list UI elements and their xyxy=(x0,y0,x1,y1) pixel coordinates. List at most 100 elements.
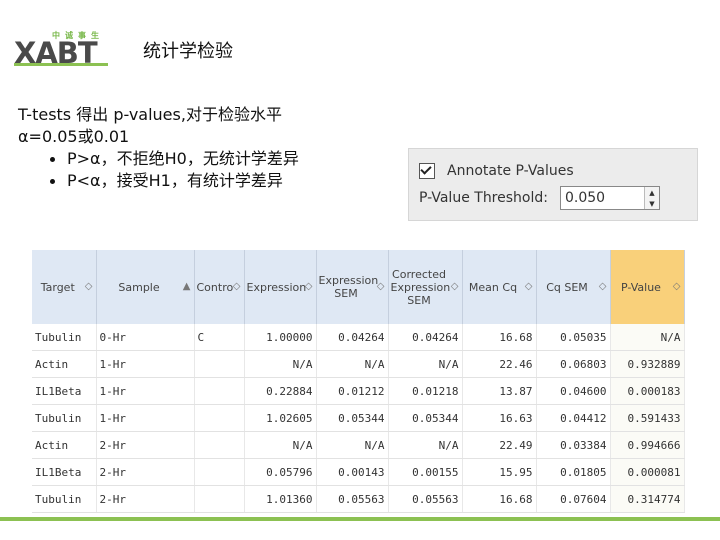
table-cell: 0.01218 xyxy=(388,377,463,405)
annotate-label: Annotate P-Values xyxy=(447,163,574,179)
sort-chevron-icon[interactable]: ◇ xyxy=(525,280,533,293)
company-logo: 中诚事生 XABT xyxy=(14,30,110,70)
column-header-label: Expression xyxy=(246,280,307,294)
table-cell: 1.01360 xyxy=(244,485,317,513)
bullet-item: P<α，接受H1，有统计学差异 xyxy=(50,170,299,192)
table-cell: 1.02605 xyxy=(244,404,317,432)
table-cell: 0.05344 xyxy=(316,404,389,432)
column-header[interactable]: Expression ◇ xyxy=(244,250,317,324)
column-header-label: Cq SEM xyxy=(546,280,588,294)
column-header[interactable]: P-Value ◇ xyxy=(610,250,685,324)
table-cell: 16.63 xyxy=(462,404,537,432)
table-cell: 0-Hr xyxy=(96,324,195,351)
column-header-label: Contro xyxy=(196,280,234,294)
column-header[interactable]: Corrected Expression SEM ◇ xyxy=(388,250,463,324)
column-header-label: Expression SEM xyxy=(318,274,379,300)
page-title: 统计学检验 xyxy=(143,41,233,62)
spin-down-icon[interactable]: ▼ xyxy=(644,198,659,209)
table-cell xyxy=(194,350,245,378)
table-cell: 0.22884 xyxy=(244,377,317,405)
table-cell: N/A xyxy=(388,350,463,378)
table-cell: 0.994666 xyxy=(610,431,685,459)
table-cell: 0.01805 xyxy=(536,458,611,486)
table-header-row: Target ◇ Sample ▲ Contro ◇ Expression ◇ Expressi… xyxy=(32,250,685,324)
column-header-label: Mean Cq xyxy=(468,280,518,294)
body-text: T-tests 得出 p-values,对于检验水平 α=0.05或0.01 P… xyxy=(18,104,299,192)
table-row[interactable]: Actin 2-Hr N/A N/A N/A 22.49 0.03384 0.994666 xyxy=(32,431,685,459)
table-cell: 13.87 xyxy=(462,377,537,405)
threshold-spinbox[interactable]: 0.050 ▲ ▼ xyxy=(559,186,660,210)
table-cell: 1.00000 xyxy=(244,324,317,351)
table-row[interactable]: IL1Beta 2-Hr 0.05796 0.00143 0.00155 15.95 0.0… xyxy=(32,458,685,486)
table-cell xyxy=(194,404,245,432)
sort-chevron-icon[interactable]: ◇ xyxy=(377,280,385,293)
table-cell: 0.314774 xyxy=(610,485,685,513)
table-cell xyxy=(194,377,245,405)
table-cell: 15.95 xyxy=(462,458,537,486)
pvalue-settings-panel: Annotate P-Values P-Value Threshold: 0.0… xyxy=(408,148,698,221)
text-line-2: α=0.05或0.01 xyxy=(18,127,130,146)
table-cell: Tubulin xyxy=(32,404,97,432)
table-cell: N/A xyxy=(316,431,389,459)
table-cell: 0.05563 xyxy=(388,485,463,513)
table-cell: 0.01212 xyxy=(316,377,389,405)
table-cell: 0.932889 xyxy=(610,350,685,378)
table-row[interactable]: Actin 1-Hr N/A N/A N/A 22.46 0.06803 0.932889 xyxy=(32,350,685,378)
table-cell: 0.04264 xyxy=(316,324,389,351)
table-cell: 2-Hr xyxy=(96,431,195,459)
table-cell: N/A xyxy=(388,431,463,459)
column-header-label: P-Value xyxy=(621,280,661,294)
table-cell: 0.05796 xyxy=(244,458,317,486)
table-row[interactable]: Tubulin 0-Hr C 1.00000 0.04264 0.04264 16.68 0.… xyxy=(32,324,685,351)
table-cell: 0.04412 xyxy=(536,404,611,432)
table-cell: 0.06803 xyxy=(536,350,611,378)
table-cell xyxy=(194,485,245,513)
column-header[interactable]: Cq SEM ◇ xyxy=(536,250,611,324)
table-cell: 0.591433 xyxy=(610,404,685,432)
results-table: Target ◇ Sample ▲ Contro ◇ Expression ◇ Expressi… xyxy=(32,250,685,520)
column-header-label: Sample xyxy=(118,280,160,294)
table-cell: 1-Hr xyxy=(96,350,195,378)
sort-chevron-icon[interactable]: ◇ xyxy=(451,280,459,293)
column-header[interactable]: Target ◇ xyxy=(32,250,97,324)
sort-chevron-icon[interactable]: ◇ xyxy=(233,280,241,293)
column-header[interactable]: Contro ◇ xyxy=(194,250,245,324)
table-cell: Tubulin xyxy=(32,485,97,513)
table-cell: IL1Beta xyxy=(32,458,97,486)
table-cell: 22.46 xyxy=(462,350,537,378)
logo-underline xyxy=(14,63,108,66)
sort-ascending-icon[interactable]: ▲ xyxy=(183,280,191,293)
table-cell: 16.68 xyxy=(462,324,537,351)
table-cell: 0.00155 xyxy=(388,458,463,486)
sort-chevron-icon[interactable]: ◇ xyxy=(673,280,681,293)
table-cell xyxy=(194,458,245,486)
column-header[interactable]: Expression SEM ◇ xyxy=(316,250,389,324)
table-cell: 0.05563 xyxy=(316,485,389,513)
column-header[interactable]: Mean Cq ◇ xyxy=(462,250,537,324)
spinbox-arrows: ▲ ▼ xyxy=(643,187,659,209)
table-cell: N/A xyxy=(244,350,317,378)
table-cell: 0.04600 xyxy=(536,377,611,405)
annotate-checkbox[interactable] xyxy=(419,163,435,179)
sort-chevron-icon[interactable]: ◇ xyxy=(305,280,313,293)
table-cell: 0.000081 xyxy=(610,458,685,486)
column-header-label: Target xyxy=(40,280,75,294)
spin-up-icon[interactable]: ▲ xyxy=(644,187,659,198)
table-body: Tubulin 0-Hr C 1.00000 0.04264 0.04264 16.68 0.… xyxy=(32,324,685,513)
annotate-row: Annotate P-Values xyxy=(419,163,574,179)
bullet-item: P>α，不拒绝H0，无统计学差异 xyxy=(50,148,299,170)
table-cell: Tubulin xyxy=(32,324,97,351)
table-cell: 0.04264 xyxy=(388,324,463,351)
table-row[interactable]: Tubulin 2-Hr 1.01360 0.05563 0.05563 16.68 0.0… xyxy=(32,485,685,513)
threshold-value[interactable]: 0.050 xyxy=(561,187,644,209)
sort-chevron-icon[interactable]: ◇ xyxy=(85,280,93,293)
table-row[interactable]: Tubulin 1-Hr 1.02605 0.05344 0.05344 16.63 0.0… xyxy=(32,404,685,432)
table-cell: C xyxy=(194,324,245,351)
column-header[interactable]: Sample ▲ xyxy=(96,250,195,324)
table-row[interactable]: IL1Beta 1-Hr 0.22884 0.01212 0.01218 13.87 0.0… xyxy=(32,377,685,405)
sort-chevron-icon[interactable]: ◇ xyxy=(599,280,607,293)
table-cell: 0.05344 xyxy=(388,404,463,432)
table-cell: N/A xyxy=(316,350,389,378)
table-cell: 16.68 xyxy=(462,485,537,513)
table-cell: Actin xyxy=(32,350,97,378)
